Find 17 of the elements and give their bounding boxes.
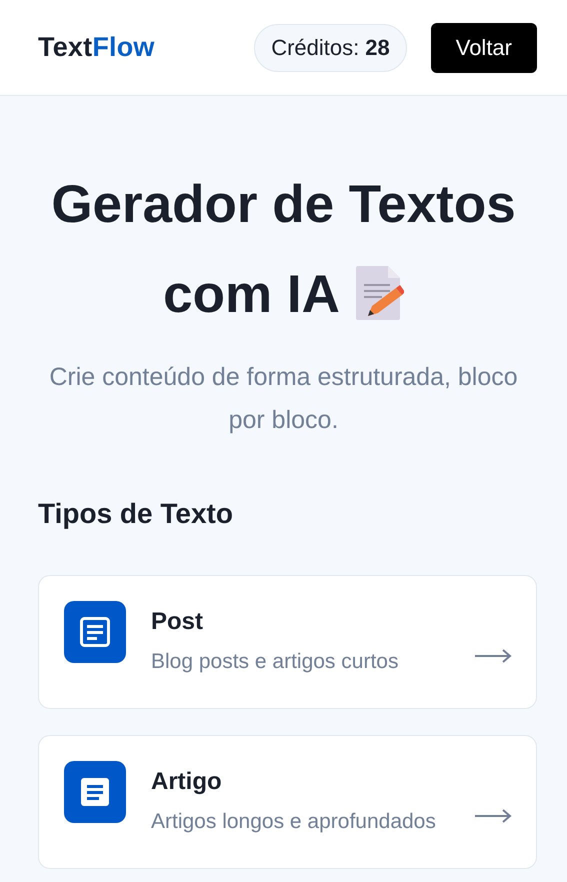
card-description: Blog posts e artigos curtos xyxy=(151,650,400,674)
logo: TextFlow xyxy=(38,32,156,63)
section-title: Tipos de Texto xyxy=(38,498,234,530)
memo-icon xyxy=(354,264,404,322)
back-button[interactable]: Voltar xyxy=(430,22,537,72)
arrow-icon xyxy=(474,648,512,664)
text-type-card[interactable]: Artigo Artigos longos e aprofundados xyxy=(38,735,537,869)
credits-badge: Créditos: 28 xyxy=(254,24,407,72)
document-icon xyxy=(64,601,126,663)
card-title: Artigo xyxy=(151,768,223,796)
card-title: Post xyxy=(151,608,204,636)
page-title: Gerador de Textos com IA xyxy=(50,174,517,326)
text-type-card[interactable]: Post Blog posts e artigos curtos xyxy=(38,575,537,709)
subtitle: Crie conteúdo de forma estruturada, bloco por bloco. xyxy=(48,362,518,436)
arrow-icon xyxy=(474,808,512,824)
document-icon xyxy=(64,761,126,823)
card-description: Artigos longos e aprofundados xyxy=(151,810,437,834)
